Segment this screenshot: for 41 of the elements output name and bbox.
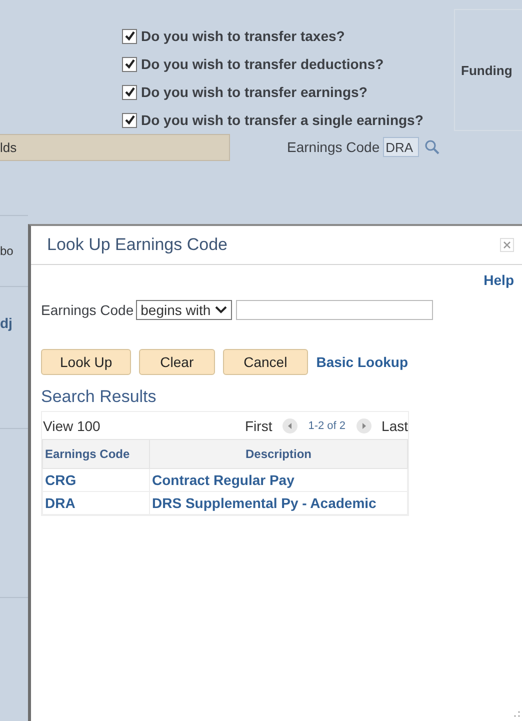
action-button[interactable]: Look Up — [41, 349, 132, 375]
checkbox[interactable] — [122, 28, 137, 44]
last-link[interactable]: Last — [382, 418, 408, 434]
result-link[interactable]: DRA — [42, 492, 150, 514]
basic-lookup-link[interactable]: Basic Lookup — [316, 354, 408, 370]
funding-label: Funding — [461, 62, 512, 78]
checkbox-label: Do you wish to transfer a single earnings? — [141, 112, 424, 128]
section-title: Search Results — [41, 387, 158, 407]
operator-dropdown[interactable]: begins with — [136, 300, 232, 320]
next-icon[interactable] — [356, 418, 372, 434]
section-label: lds — [0, 140, 17, 154]
checkbox[interactable] — [122, 112, 137, 128]
view-link[interactable]: View 100 — [43, 418, 100, 434]
field-label: Earnings Code — [287, 139, 380, 155]
previous-icon[interactable] — [282, 418, 298, 434]
search-field[interactable] — [236, 300, 433, 320]
page-range: 1-2 of 2 — [308, 420, 346, 432]
action-button[interactable]: Cancel — [222, 349, 308, 375]
text-fragment: dj — [0, 315, 12, 331]
dialog-title: Look Up Earnings Code — [47, 235, 228, 255]
column-header[interactable]: Description — [150, 440, 408, 468]
checkbox-label: Do you wish to transfer taxes? — [141, 28, 345, 44]
text-fragment: bo — [0, 244, 14, 258]
search-icon[interactable] — [424, 139, 440, 155]
checkbox-label: Do you wish to transfer earnings? — [141, 84, 368, 100]
action-button[interactable]: Clear — [139, 349, 215, 375]
checkbox[interactable] — [122, 84, 137, 100]
result-link[interactable]: DRS Supplemental Py - Academic — [150, 492, 408, 514]
close-icon — [503, 241, 511, 249]
first-link[interactable]: First — [245, 418, 272, 434]
result-link[interactable]: CRG — [42, 468, 150, 492]
checkbox[interactable] — [122, 56, 137, 72]
field-label: Earnings Code — [41, 302, 134, 318]
checkbox-label: Do you wish to transfer deductions? — [141, 56, 384, 72]
chevron-icon — [214, 306, 227, 314]
help-link[interactable]: Help — [484, 272, 514, 288]
column-header[interactable]: Earnings Code — [42, 440, 150, 468]
close-button[interactable] — [500, 238, 514, 252]
resize-grip-icon[interactable] — [514, 711, 520, 717]
earnings-code-field[interactable]: DRA — [382, 137, 419, 157]
result-link[interactable]: Contract Regular Pay — [150, 468, 408, 492]
